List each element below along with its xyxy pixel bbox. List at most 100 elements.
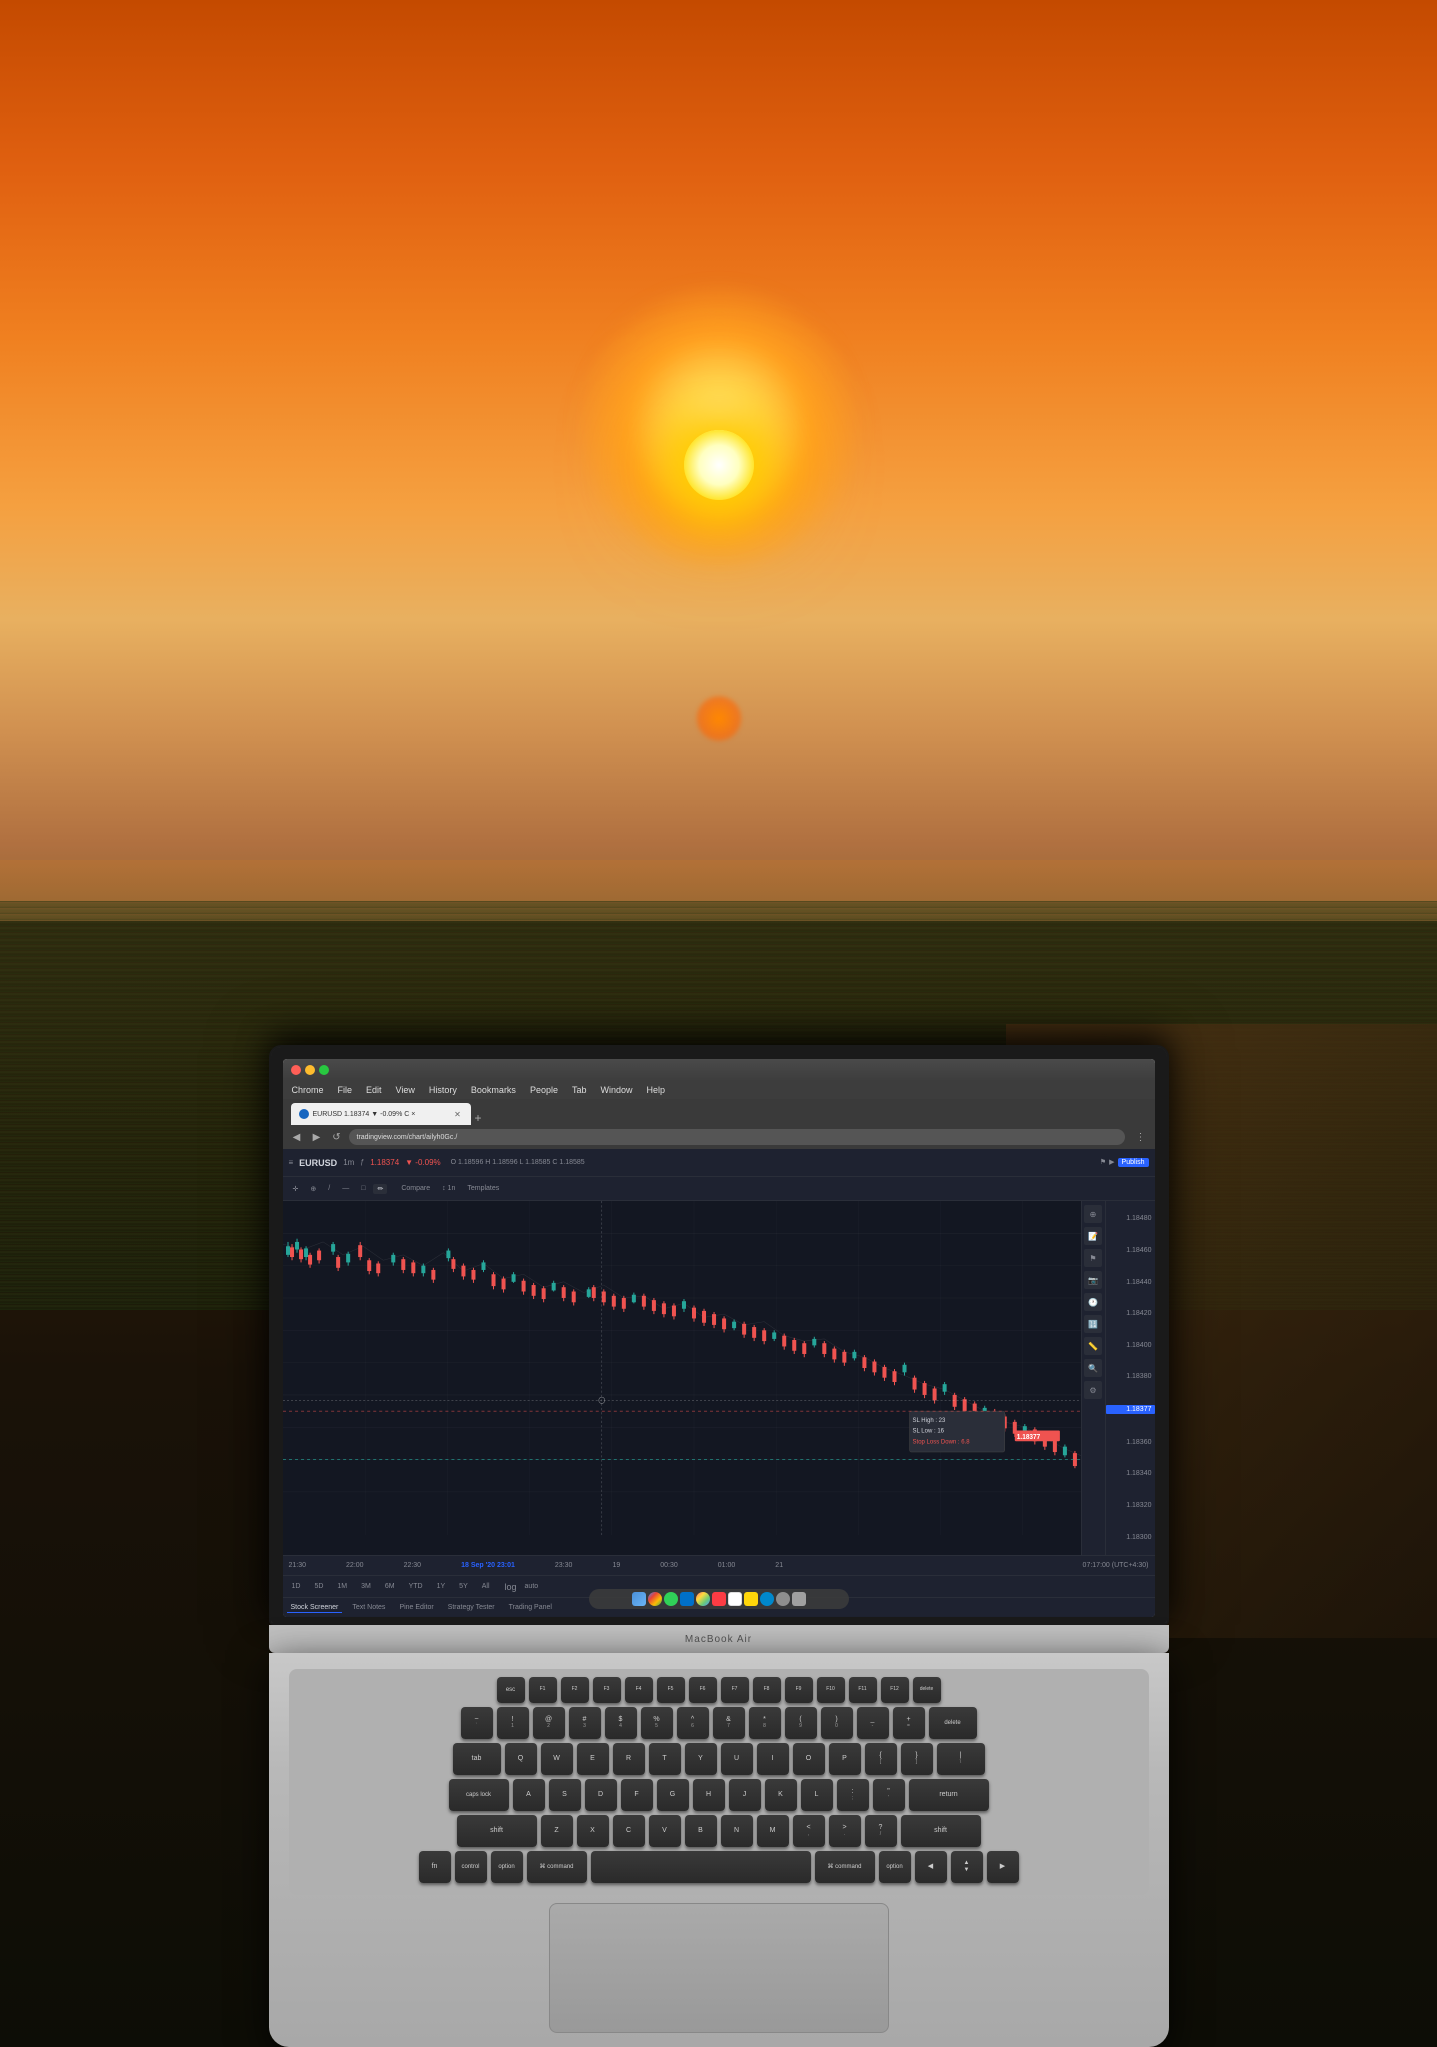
key-f10[interactable]: F10	[817, 1677, 845, 1703]
tv-replay-btn[interactable]: Templates	[463, 1184, 503, 1193]
key-slash[interactable]: ?/	[865, 1815, 897, 1847]
key-fn[interactable]: fn	[419, 1851, 451, 1883]
tv-templates-btn[interactable]: Compare	[397, 1184, 434, 1193]
tv-calc-icon[interactable]: 🔢	[1084, 1315, 1102, 1333]
tv-horizontal-tool[interactable]: —	[338, 1184, 353, 1193]
tv-note-icon[interactable]: 📝	[1084, 1227, 1102, 1245]
key-semicolon[interactable]: :;	[837, 1779, 869, 1811]
key-f3[interactable]: F3	[593, 1677, 621, 1703]
key-control[interactable]: control	[455, 1851, 487, 1883]
key-5[interactable]: %5	[641, 1707, 673, 1739]
key-u[interactable]: U	[721, 1743, 753, 1775]
dock-icon-calendar[interactable]	[728, 1592, 742, 1606]
key-6[interactable]: ^6	[677, 1707, 709, 1739]
trackpad[interactable]	[549, 1903, 889, 2033]
key-return[interactable]: return	[909, 1779, 989, 1811]
tv-indicator-icon[interactable]: ƒ	[360, 1159, 364, 1166]
key-s[interactable]: S	[549, 1779, 581, 1811]
new-tab-button[interactable]: +	[475, 1111, 482, 1125]
key-esc[interactable]: esc	[497, 1677, 525, 1703]
tv-clock-icon[interactable]: 🕐	[1084, 1293, 1102, 1311]
key-equals[interactable]: +=	[893, 1707, 925, 1739]
footer-tab-notes[interactable]: Text Notes	[348, 1603, 389, 1612]
tv-menu-icon[interactable]: ≡	[289, 1158, 294, 1167]
tv-trendline-tool[interactable]: /	[324, 1184, 334, 1193]
tv-cursor-tool[interactable]: ✛	[289, 1184, 303, 1194]
log-toggle[interactable]: log	[505, 1582, 517, 1592]
tv-pencil-tool[interactable]: ✏	[373, 1184, 387, 1194]
tv-camera-icon[interactable]: 📷	[1084, 1271, 1102, 1289]
tv-alert-icon[interactable]: ⚑	[1100, 1158, 1106, 1167]
key-0[interactable]: )0	[821, 1707, 853, 1739]
key-7[interactable]: &7	[713, 1707, 745, 1739]
address-bar[interactable]: tradingview.com/chart/ailyh0Gc./	[349, 1129, 1125, 1145]
key-minus[interactable]: _-	[857, 1707, 889, 1739]
key-arrow-right[interactable]: ▶	[987, 1851, 1019, 1883]
tv-crosshair-tool[interactable]: ⊕	[306, 1184, 320, 1194]
dock-icon-music[interactable]	[712, 1592, 726, 1606]
tv-settings-icon[interactable]: ⚙	[1084, 1381, 1102, 1399]
key-f8[interactable]: F8	[753, 1677, 781, 1703]
period-1m[interactable]: 1M	[334, 1582, 350, 1591]
key-comma[interactable]: <,	[793, 1815, 825, 1847]
menu-item-tab[interactable]: Tab	[569, 1084, 590, 1096]
tv-replay-icon[interactable]: ▶	[1109, 1158, 1114, 1167]
dock-icon-settings[interactable]	[776, 1592, 790, 1606]
key-f9[interactable]: F9	[785, 1677, 813, 1703]
menu-item-file[interactable]: File	[335, 1084, 356, 1096]
key-lbracket[interactable]: {[	[865, 1743, 897, 1775]
key-p[interactable]: P	[829, 1743, 861, 1775]
back-button[interactable]: ◀	[289, 1129, 305, 1145]
key-w[interactable]: W	[541, 1743, 573, 1775]
key-option-left[interactable]: option	[491, 1851, 523, 1883]
tv-publish-button[interactable]: Publish	[1118, 1158, 1149, 1167]
key-x[interactable]: X	[577, 1815, 609, 1847]
key-e[interactable]: E	[577, 1743, 609, 1775]
tv-rect-tool[interactable]: □	[357, 1184, 369, 1193]
footer-tab-pine[interactable]: Pine Editor	[395, 1603, 437, 1612]
footer-tab-strategy[interactable]: Strategy Tester	[444, 1603, 499, 1612]
key-arrow-up[interactable]: ▲▼	[951, 1851, 983, 1883]
key-d[interactable]: D	[585, 1779, 617, 1811]
key-f1[interactable]: F1	[529, 1677, 557, 1703]
extensions-button[interactable]: ⋮	[1133, 1129, 1149, 1145]
key-backtick[interactable]: ~`	[461, 1707, 493, 1739]
forward-button[interactable]: ▶	[309, 1129, 325, 1145]
key-k[interactable]: K	[765, 1779, 797, 1811]
key-period[interactable]: >.	[829, 1815, 861, 1847]
menu-item-chrome[interactable]: Chrome	[289, 1084, 327, 1096]
key-h[interactable]: H	[693, 1779, 725, 1811]
dock-icon-chrome[interactable]	[648, 1592, 662, 1606]
key-arrow-left[interactable]: ◀	[915, 1851, 947, 1883]
reload-button[interactable]: ↺	[329, 1129, 345, 1145]
key-b[interactable]: B	[685, 1815, 717, 1847]
dock-icon-telegram[interactable]	[760, 1592, 774, 1606]
key-f11[interactable]: F11	[849, 1677, 877, 1703]
key-f12[interactable]: F12	[881, 1677, 909, 1703]
tv-zoom-icon[interactable]: 🔍	[1084, 1359, 1102, 1377]
key-tab[interactable]: tab	[453, 1743, 501, 1775]
key-delete[interactable]: delete	[913, 1677, 941, 1703]
key-c[interactable]: C	[613, 1815, 645, 1847]
menu-item-bookmarks[interactable]: Bookmarks	[468, 1084, 519, 1096]
key-option-right[interactable]: option	[879, 1851, 911, 1883]
key-a[interactable]: A	[513, 1779, 545, 1811]
dock-icon-messages[interactable]	[664, 1592, 678, 1606]
key-shift-right[interactable]: shift	[901, 1815, 981, 1847]
footer-tab-screener[interactable]: Stock Screener	[287, 1603, 343, 1613]
dock-icon-photos[interactable]	[696, 1592, 710, 1606]
menu-item-people[interactable]: People	[527, 1084, 561, 1096]
menu-item-history[interactable]: History	[426, 1084, 460, 1096]
key-f7[interactable]: F7	[721, 1677, 749, 1703]
dock-icon-notes[interactable]	[744, 1592, 758, 1606]
key-f4[interactable]: F4	[625, 1677, 653, 1703]
key-l[interactable]: L	[801, 1779, 833, 1811]
key-f5[interactable]: F5	[657, 1677, 685, 1703]
period-1d[interactable]: 1D	[289, 1582, 304, 1591]
key-1[interactable]: !1	[497, 1707, 529, 1739]
auto-toggle[interactable]: auto	[525, 1583, 539, 1590]
active-tab[interactable]: EURUSD 1.18374 ▼ -0.09% C × ✕	[291, 1103, 471, 1125]
period-1y[interactable]: 1Y	[434, 1582, 449, 1591]
traffic-light-maximize[interactable]	[319, 1065, 329, 1075]
key-spacebar[interactable]	[591, 1851, 811, 1883]
